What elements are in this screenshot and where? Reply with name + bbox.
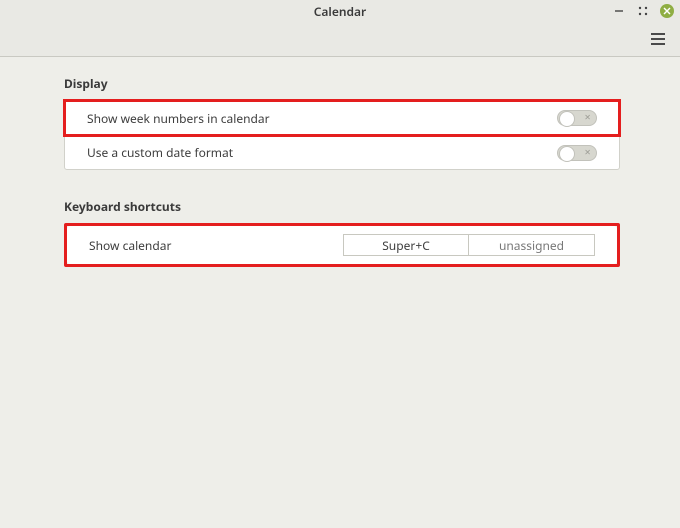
toggle-off-icon: ✕	[584, 149, 591, 157]
section-display: Display Show week numbers in calendar ✕ …	[64, 75, 620, 170]
content: Display Show week numbers in calendar ✕ …	[0, 57, 680, 267]
shortcuts-highlight: Show calendar Super+C unassigned	[64, 223, 620, 267]
maximize-icon	[638, 6, 648, 16]
menu-button[interactable]	[648, 29, 668, 49]
display-card: Show week numbers in calendar ✕ Use a cu…	[64, 100, 620, 170]
toggle-off-icon: ✕	[584, 114, 591, 122]
toggle-custom-date-format[interactable]: ✕	[557, 145, 597, 161]
close-button[interactable]	[660, 4, 674, 18]
label-custom-date-format: Use a custom date format	[87, 144, 233, 161]
window-controls	[612, 0, 674, 22]
maximize-button[interactable]	[636, 4, 650, 18]
hamburger-icon	[651, 33, 665, 35]
row-custom-date-format: Use a custom date format ✕	[65, 135, 619, 169]
shortcut-fields: Super+C unassigned	[343, 234, 595, 256]
label-show-calendar: Show calendar	[89, 237, 171, 254]
row-show-calendar: Show calendar Super+C unassigned	[67, 226, 617, 264]
minimize-button[interactable]	[612, 4, 626, 18]
minimize-icon	[614, 6, 624, 16]
row-show-week-numbers: Show week numbers in calendar ✕	[65, 101, 619, 135]
section-title-shortcuts: Keyboard shortcuts	[64, 198, 620, 215]
section-title-display: Display	[64, 75, 620, 92]
toggle-show-week-numbers[interactable]: ✕	[557, 110, 597, 126]
close-icon	[660, 4, 674, 18]
window-title: Calendar	[314, 3, 367, 20]
shortcut-binding-2[interactable]: unassigned	[469, 234, 595, 256]
section-shortcuts: Keyboard shortcuts Show calendar Super+C…	[64, 198, 620, 267]
label-show-week-numbers: Show week numbers in calendar	[87, 110, 270, 127]
titlebar: Calendar	[0, 0, 680, 22]
toolbar	[0, 22, 680, 57]
shortcuts-card: Show calendar Super+C unassigned	[67, 226, 617, 264]
shortcut-binding-1[interactable]: Super+C	[343, 234, 469, 256]
